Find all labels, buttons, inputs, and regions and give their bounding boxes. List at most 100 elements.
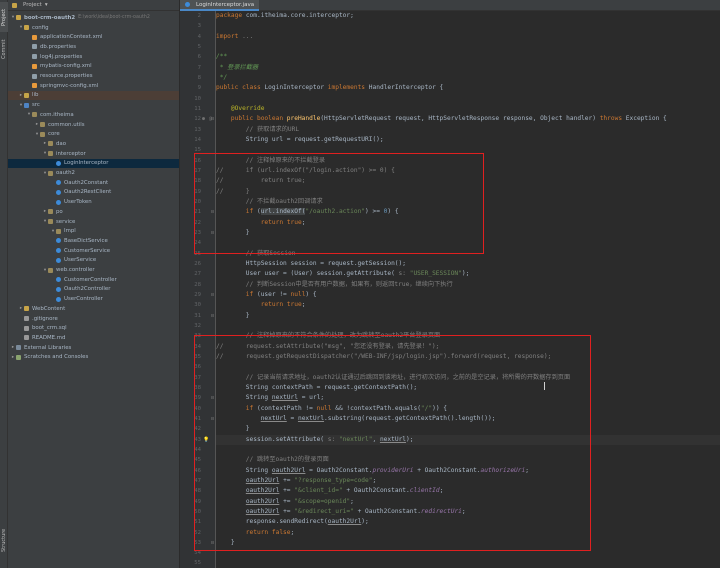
- code-token: User user = (User) session.getAttribute(: [216, 270, 399, 278]
- code-token: throws: [599, 115, 626, 123]
- tree-item-label: springmvc-config.xml: [40, 82, 99, 89]
- tree-item[interactable]: UserService: [8, 256, 179, 266]
- tree-item[interactable]: Oauth2Constant: [8, 178, 179, 188]
- code-line: import ...: [216, 32, 720, 42]
- line-number: 9: [197, 85, 201, 92]
- folder-icon: [24, 306, 29, 312]
- tree-item[interactable]: ▸ po: [8, 207, 179, 217]
- line-number: 32: [194, 322, 201, 329]
- override-marker-icon[interactable]: ●: [202, 114, 205, 124]
- tree-item[interactable]: ▸ External Libraries: [8, 343, 179, 353]
- tree-item[interactable]: boot_crm.sql: [8, 323, 179, 333]
- src-icon: [24, 102, 29, 108]
- folder-icon: [24, 25, 29, 31]
- code-token: if: [216, 290, 257, 298]
- tab-logininterceptor[interactable]: LoginInterceptor.java: [180, 0, 260, 11]
- pkg-icon: [48, 151, 53, 157]
- side-tab-project[interactable]: Project: [0, 2, 8, 32]
- code-token: ) {: [305, 290, 317, 298]
- code-token: public class: [216, 84, 265, 92]
- editor-tab-bar: LoginInterceptor.java: [180, 0, 720, 11]
- tree-item[interactable]: Oauth2Controller: [8, 285, 179, 295]
- code-line: }: [216, 311, 720, 321]
- line-number: 8: [197, 74, 201, 81]
- tree-item[interactable]: ▾ Impl: [8, 226, 179, 236]
- tree-item[interactable]: springmvc-config.xml: [8, 81, 179, 91]
- project-panel-header[interactable]: Project ▾: [8, 0, 179, 11]
- code-line: package com.itheima.core.interceptor;: [216, 11, 720, 21]
- tree-item[interactable]: CustomerService: [8, 246, 179, 256]
- code-token: ;: [301, 301, 306, 309]
- code-line: @Override: [216, 104, 720, 114]
- tree-item[interactable]: ▾ service: [8, 217, 179, 227]
- tree-item[interactable]: resource.properties: [8, 71, 179, 81]
- tree-item[interactable]: .gitignore: [8, 314, 179, 324]
- txt-icon: [24, 325, 29, 331]
- prop-icon: [32, 44, 37, 50]
- tree-item[interactable]: ▾ interceptor: [8, 149, 179, 159]
- tree-item[interactable]: ▾ src: [8, 100, 179, 110]
- code-token: HandlerInterceptor {: [368, 84, 444, 92]
- tree-item[interactable]: ▸ common.utils: [8, 120, 179, 130]
- fold-icon[interactable]: ⊟: [211, 290, 214, 300]
- scratch-icon: [16, 354, 21, 360]
- fold-icon[interactable]: ⊟: [211, 114, 214, 124]
- code-token: implements: [327, 84, 369, 92]
- tree-item[interactable]: ▾ oauth2: [8, 168, 179, 178]
- tree-item[interactable]: ▾ web.controller: [8, 265, 179, 275]
- line-number: 6: [197, 54, 201, 61]
- tree-item[interactable]: ▾ config: [8, 23, 179, 33]
- code-line: return true;: [216, 300, 720, 310]
- code-token: null: [290, 290, 306, 298]
- tree-item-label: boot-crm-oauth2: [24, 14, 76, 21]
- pkg-icon: [48, 141, 53, 147]
- project-icon: [12, 2, 17, 8]
- tree-item[interactable]: UserToken: [8, 197, 179, 207]
- tree-item-label: Impl: [64, 228, 76, 235]
- prop-icon: [32, 73, 37, 79]
- tree-item[interactable]: Oauth2RestClient: [8, 188, 179, 198]
- tree-item[interactable]: BaseDictService: [8, 236, 179, 246]
- tree-item[interactable]: ▸ Scratches and Consoles: [8, 353, 179, 363]
- text-caret: [544, 382, 545, 390]
- tree-item[interactable]: mybatis-config.xml: [8, 62, 179, 72]
- tree-item[interactable]: ▾ boot-crm-oauth2 E:\work\idea\boot-crm-oa…: [8, 13, 179, 23]
- code-token: // 判断Session中是否有用户数据，如果有，则返回true，继续向下执行: [216, 280, 453, 288]
- code-token: (HttpServletRequest request, HttpServlet…: [320, 115, 600, 123]
- tree-item[interactable]: applicationContext.xml: [8, 32, 179, 42]
- tree-item[interactable]: UserController: [8, 294, 179, 304]
- tree-item[interactable]: ▸ dao: [8, 139, 179, 149]
- line-number: 26: [194, 260, 201, 267]
- tree-item-label: com.itheima: [40, 111, 74, 118]
- side-tab-commit[interactable]: Commit: [0, 36, 8, 62]
- side-tab-structure[interactable]: Structure: [0, 520, 8, 560]
- tree-item[interactable]: ▾ com.itheima: [8, 110, 179, 120]
- tree-item[interactable]: LoginInterceptor: [8, 158, 179, 169]
- tree-item[interactable]: ▾ core: [8, 129, 179, 139]
- tree-item[interactable]: ▸ WebContent: [8, 304, 179, 314]
- code-token: /**: [216, 53, 228, 61]
- xml-icon: [32, 34, 37, 40]
- tree-item-label: web.controller: [56, 267, 95, 274]
- tree-item[interactable]: log4j.properties: [8, 52, 179, 62]
- tree-item[interactable]: db.properties: [8, 42, 179, 52]
- code-token: public boolean: [216, 115, 287, 123]
- code-token: // 获取请求的URL: [216, 125, 300, 133]
- line-number: 3: [197, 23, 201, 30]
- tree-item[interactable]: ▸ lib: [8, 90, 179, 101]
- activity-bar: Project Commit Structure: [0, 0, 8, 568]
- code-line: HttpSession session = request.getSession…: [216, 259, 720, 269]
- tree-item[interactable]: README.md: [8, 333, 179, 343]
- tree-item[interactable]: CustomerController: [8, 275, 179, 285]
- java-icon: [56, 277, 61, 283]
- tree-item-label: boot_crm.sql: [32, 325, 67, 332]
- line-number: 11: [194, 105, 201, 112]
- fold-icon[interactable]: ⊟: [211, 311, 214, 321]
- line-number: 5: [197, 43, 201, 50]
- java-icon: [56, 286, 61, 292]
- tree-item-label: lib: [32, 92, 39, 99]
- chevron-down-icon[interactable]: ▾: [45, 2, 48, 8]
